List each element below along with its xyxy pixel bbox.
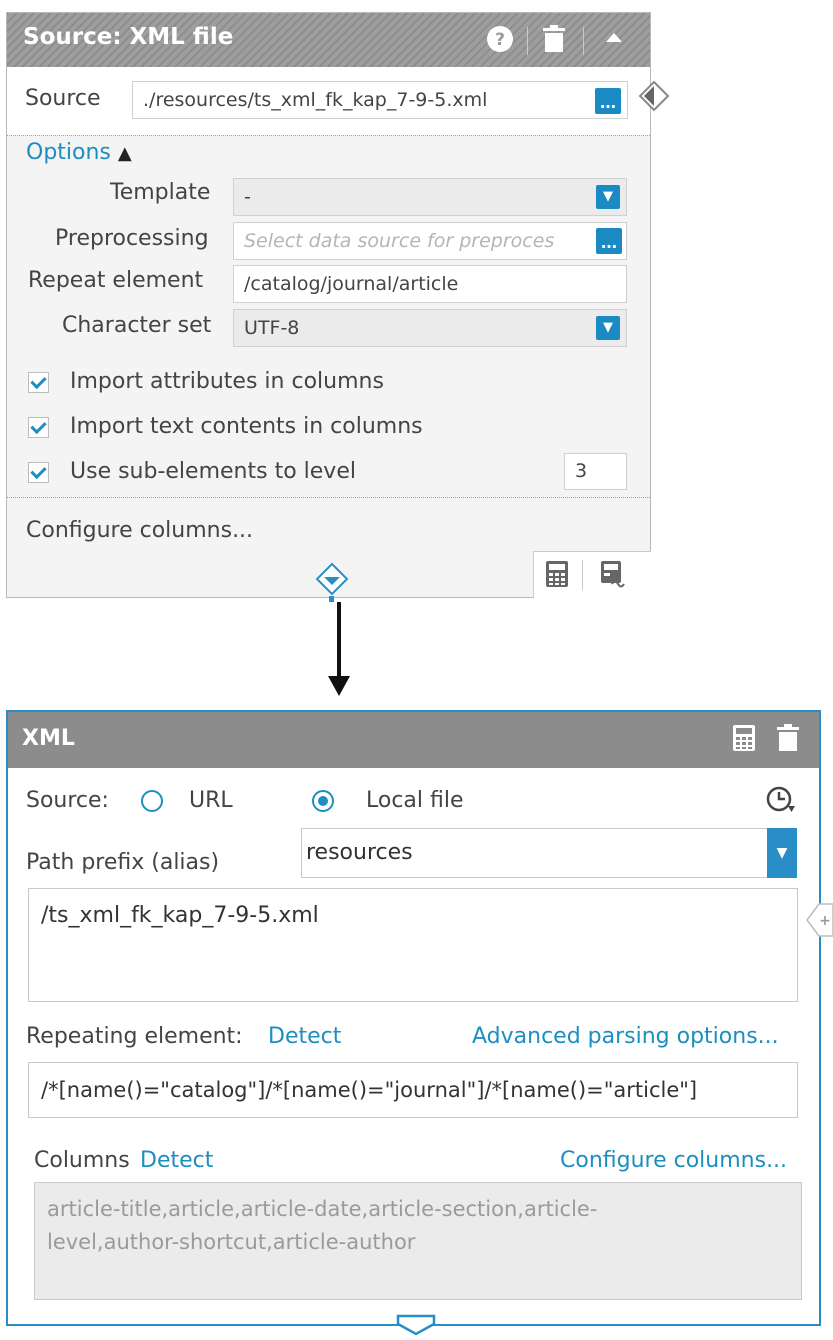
repeat-element-input[interactable]: /catalog/journal/article: [233, 265, 627, 303]
sub-elements-label: Use sub-elements to level: [70, 459, 356, 484]
trash-icon[interactable]: [776, 724, 800, 756]
help-icon[interactable]: ?: [485, 25, 515, 55]
source-path-input[interactable]: ./resources/ts_xml_fk_kap_7-9-5.xml: [132, 81, 628, 119]
advanced-parsing-link[interactable]: Advanced parsing options...: [472, 1024, 779, 1049]
path-prefix-select[interactable]: resources: [301, 828, 797, 878]
source-xml-file-panel: Source: XML file ? Source ./resources/ts…: [6, 12, 651, 598]
bottom-icon-tab: [533, 551, 651, 598]
import-text-checkbox[interactable]: [28, 417, 49, 438]
sub-element-level-value: 3: [575, 460, 588, 482]
import-text-label: Import text contents in columns: [70, 414, 423, 439]
import-attributes-checkbox[interactable]: [28, 372, 49, 393]
svg-text:+: +: [819, 913, 831, 929]
character-set-select[interactable]: UTF-8: [233, 309, 627, 347]
source-row: Source ./resources/ts_xml_fk_kap_7-9-5.x…: [7, 67, 650, 136]
sub-element-level-input[interactable]: 3: [564, 453, 627, 490]
panel-header: Source: XML file ?: [7, 13, 650, 67]
template-select[interactable]: -: [233, 178, 627, 216]
character-set-dropdown-icon[interactable]: ▼: [596, 316, 620, 340]
local-file-label: Local file: [366, 788, 464, 813]
repeat-element-value: /catalog/journal/article: [244, 273, 459, 295]
options-toggle[interactable]: Options ▲: [26, 140, 132, 165]
calculator-icon[interactable]: [732, 724, 756, 756]
repeating-element-value: /*[name()="catalog"]/*[name()="journal"]…: [41, 1078, 698, 1102]
columns-textarea[interactable]: article-title,article,article-date,artic…: [34, 1182, 802, 1300]
repeating-element-input[interactable]: /*[name()="catalog"]/*[name()="journal"]…: [28, 1062, 798, 1118]
xml-panel: XML Source: URL Local file Path prefix (…: [6, 710, 821, 1326]
browse-icon[interactable]: …: [595, 88, 621, 114]
source-label: Source: [25, 86, 101, 111]
character-set-label: Character set: [62, 313, 212, 338]
preprocessing-browse-icon[interactable]: …: [596, 228, 622, 254]
repeating-detect-link[interactable]: Detect: [268, 1024, 341, 1049]
file-path-value: /ts_xml_fk_kap_7-9-5.xml: [41, 903, 319, 928]
preprocessing-input[interactable]: Select data source for preproces: [233, 222, 627, 260]
sub-elements-checkbox[interactable]: [28, 462, 49, 483]
repeating-element-label: Repeating element:: [26, 1024, 243, 1049]
repeat-element-label: Repeat element: [28, 268, 204, 293]
preprocessing-label: Preprocessing: [55, 226, 209, 251]
local-file-radio[interactable]: [312, 790, 334, 812]
add-connector-icon[interactable]: +: [805, 902, 833, 942]
schema-icon[interactable]: [600, 560, 628, 592]
columns-value: article-title,article,article-date,artic…: [47, 1197, 598, 1254]
columns-detect-link[interactable]: Detect: [140, 1148, 213, 1173]
connector-diamond-icon[interactable]: [315, 562, 349, 600]
history-icon[interactable]: [764, 784, 796, 820]
configure-columns-link[interactable]: Configure columns...: [560, 1148, 787, 1173]
character-set-value: UTF-8: [244, 317, 300, 339]
source-path-value: ./resources/ts_xml_fk_kap_7-9-5.xml: [143, 89, 488, 111]
bottom-connector-icon[interactable]: [396, 1314, 436, 1340]
collapse-icon[interactable]: [599, 25, 629, 55]
divider: [7, 497, 650, 498]
template-value: -: [244, 186, 251, 208]
import-attributes-label: Import attributes in columns: [70, 369, 384, 394]
url-radio[interactable]: [141, 790, 163, 812]
path-prefix-dropdown-icon[interactable]: ▼: [767, 828, 797, 878]
connector-arrow-icon: [325, 602, 353, 704]
source-label: Source:: [26, 788, 109, 813]
options-label: Options: [26, 140, 111, 165]
panel-title: XML: [22, 726, 75, 751]
configure-columns-link[interactable]: Configure columns...: [26, 518, 253, 543]
path-prefix-label: Path prefix (alias): [26, 850, 220, 875]
file-path-textarea[interactable]: /ts_xml_fk_kap_7-9-5.xml: [28, 888, 798, 1002]
template-dropdown-icon[interactable]: ▼: [596, 185, 620, 209]
svg-text:?: ?: [495, 30, 505, 50]
options-arrow-icon: ▲: [117, 143, 132, 164]
template-label: Template: [110, 180, 211, 205]
panel-title: Source: XML file: [23, 24, 234, 50]
url-label: URL: [189, 788, 233, 813]
path-prefix-value: resources: [306, 840, 413, 865]
preprocessing-placeholder: Select data source for preproces: [244, 230, 555, 252]
trash-icon[interactable]: [539, 25, 569, 55]
calculator-icon[interactable]: [545, 560, 569, 592]
output-connector-icon[interactable]: [638, 80, 670, 116]
panel-header: XML: [8, 712, 819, 768]
columns-label: Columns: [34, 1148, 130, 1173]
